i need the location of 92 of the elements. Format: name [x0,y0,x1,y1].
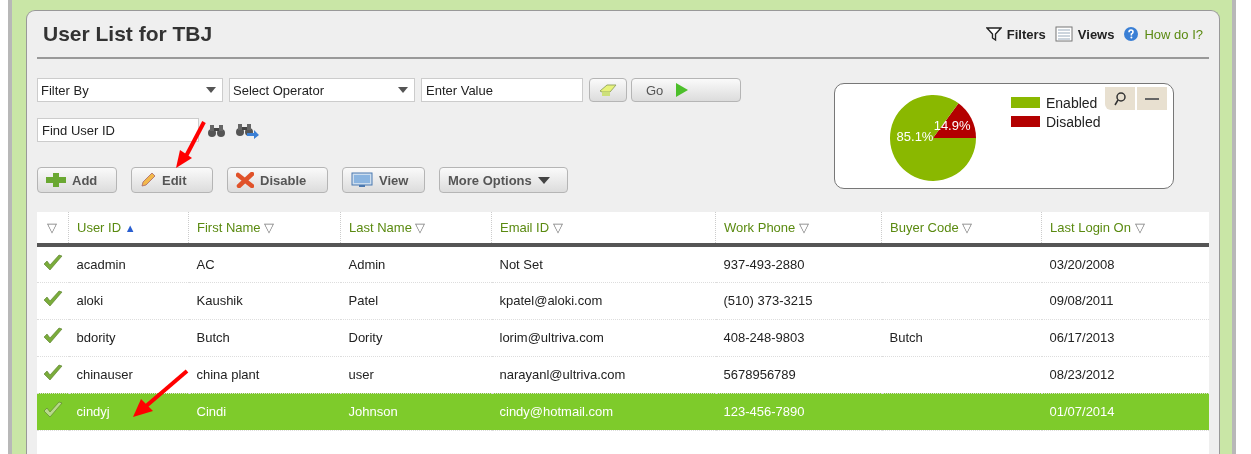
check-icon [43,327,63,345]
table-cell: cindyj [76,404,110,419]
check-icon [43,364,63,382]
value-field[interactable]: Enter Value [421,78,583,102]
table-cell: AC [196,256,215,272]
caret-icon [398,87,408,93]
table-cell: Cindi [196,404,227,419]
plus-icon [46,173,66,187]
sort-icon[interactable]: ▽ [552,220,563,235]
table-cell: acadmin [76,256,126,272]
header-link[interactable]: How do I? [1144,26,1203,42]
column-header[interactable]: User ID ▲ [68,212,189,245]
table-cell: 123-456-7890 [723,404,805,419]
column-header[interactable]: Last Login On ▽ [1041,212,1209,245]
column-header[interactable]: Email ID ▽ [491,212,716,245]
table-cell: Patel [348,293,379,308]
table-cell: Kaushik [196,293,243,308]
table-cell: 06/17/2013 [1049,330,1115,345]
table-cell: 08/23/2012 [1049,367,1115,382]
legend-label: Enabled [1046,94,1098,111]
check-icon [43,401,63,419]
action-button[interactable]: Add [37,167,117,193]
table-cell: 408-248-9803 [723,330,805,345]
eraser-icon [598,83,618,97]
legend-label: Disabled [1046,113,1101,130]
table-cell: cindy@hotmail.com [499,404,614,419]
page-title: User List for TBJ [43,22,213,46]
cross-icon [236,172,254,188]
dropdown[interactable]: Select Operator [229,78,415,102]
table-cell: 03/20/2008 [1049,256,1115,272]
table-cell: 937-493-2880 [723,256,805,272]
help-icon [1123,26,1140,42]
table-row[interactable]: acadmin AC Admin Not Set 937-493-2880 03/20/2008 [37,245,1209,282]
header-link[interactable]: Views [1077,26,1115,42]
caret-icon [537,176,550,184]
go-button[interactable]: Go [631,78,741,102]
table-row[interactable]: aloki Kaushik Patel kpatel@aloki.com (510) 373-3215 09/08/2011 [37,282,1209,319]
zoom-button[interactable] [1105,87,1135,110]
pencil-icon [140,172,156,188]
table-cell: Not Set [499,256,543,272]
sort-icon[interactable]: ▽ [962,220,973,235]
sort-icon[interactable]: ▽ [264,220,275,235]
menu-button[interactable]: More Options [439,167,568,193]
binoculars-icon[interactable] [207,122,227,138]
table-cell: Butch [889,330,923,345]
sort-icon[interactable]: ▽ [47,220,57,235]
data-label: 85.1% [896,128,934,144]
table-cell: (510) 373-3215 [723,293,813,308]
check-icon [43,290,63,308]
table-cell: narayanl@ultriva.com [499,367,626,382]
table-cell: user [348,367,374,382]
sort-icon[interactable]: ▽ [798,220,809,235]
list-icon [1054,26,1073,42]
search-field[interactable]: Find User ID [37,118,199,142]
check-icon [43,253,63,272]
find-next-icon[interactable] [235,121,259,139]
annotation-arrow [131,369,191,419]
minimize-button[interactable] [1137,87,1167,110]
play-icon [675,82,690,98]
action-button[interactable]: Edit [131,167,213,193]
column-header[interactable]: First Name ▽ [188,212,341,245]
search-icon [1114,91,1126,106]
table-cell: 01/07/2014 [1049,404,1115,419]
legend-swatch [1011,116,1040,127]
sort-icon[interactable]: ▽ [1134,220,1145,235]
legend-swatch [1011,97,1040,108]
table-cell: kpatel@aloki.com [499,293,603,308]
table-row[interactable]: bdority Butch Dority lorim@ultriva.com 408-248-9803 Butch 06/17/2013 [37,319,1209,356]
action-button[interactable]: Disable [227,167,328,193]
table-cell: aloki [76,293,104,308]
table-cell: Butch [196,330,230,345]
table-cell: 09/08/2011 [1049,293,1114,308]
column-header[interactable]: Work Phone ▽ [715,212,882,245]
table-cell: bdority [76,330,116,345]
monitor-icon [351,172,373,188]
table-cell: lorim@ultriva.com [499,330,604,345]
column-header[interactable]: Buyer Code ▽ [881,212,1042,245]
table-cell: Dority [348,330,383,345]
table-cell: Johnson [348,404,398,419]
sort-icon[interactable]: ▽ [415,220,426,235]
sort-icon[interactable]: ▲ [124,222,136,234]
action-button[interactable]: View [342,167,425,193]
header-link[interactable]: Filters [1006,26,1046,42]
column-header[interactable]: ▽ [37,212,69,245]
caret-icon [206,87,216,93]
table-cell: Admin [348,256,386,272]
funnel-icon [985,26,1002,42]
column-header[interactable]: Last Name ▽ [340,212,492,245]
table-cell: 5678956789 [723,367,796,382]
table-cell: china plant [196,367,260,382]
table-cell: chinauser [76,367,133,382]
dropdown[interactable]: Filter By [37,78,223,102]
